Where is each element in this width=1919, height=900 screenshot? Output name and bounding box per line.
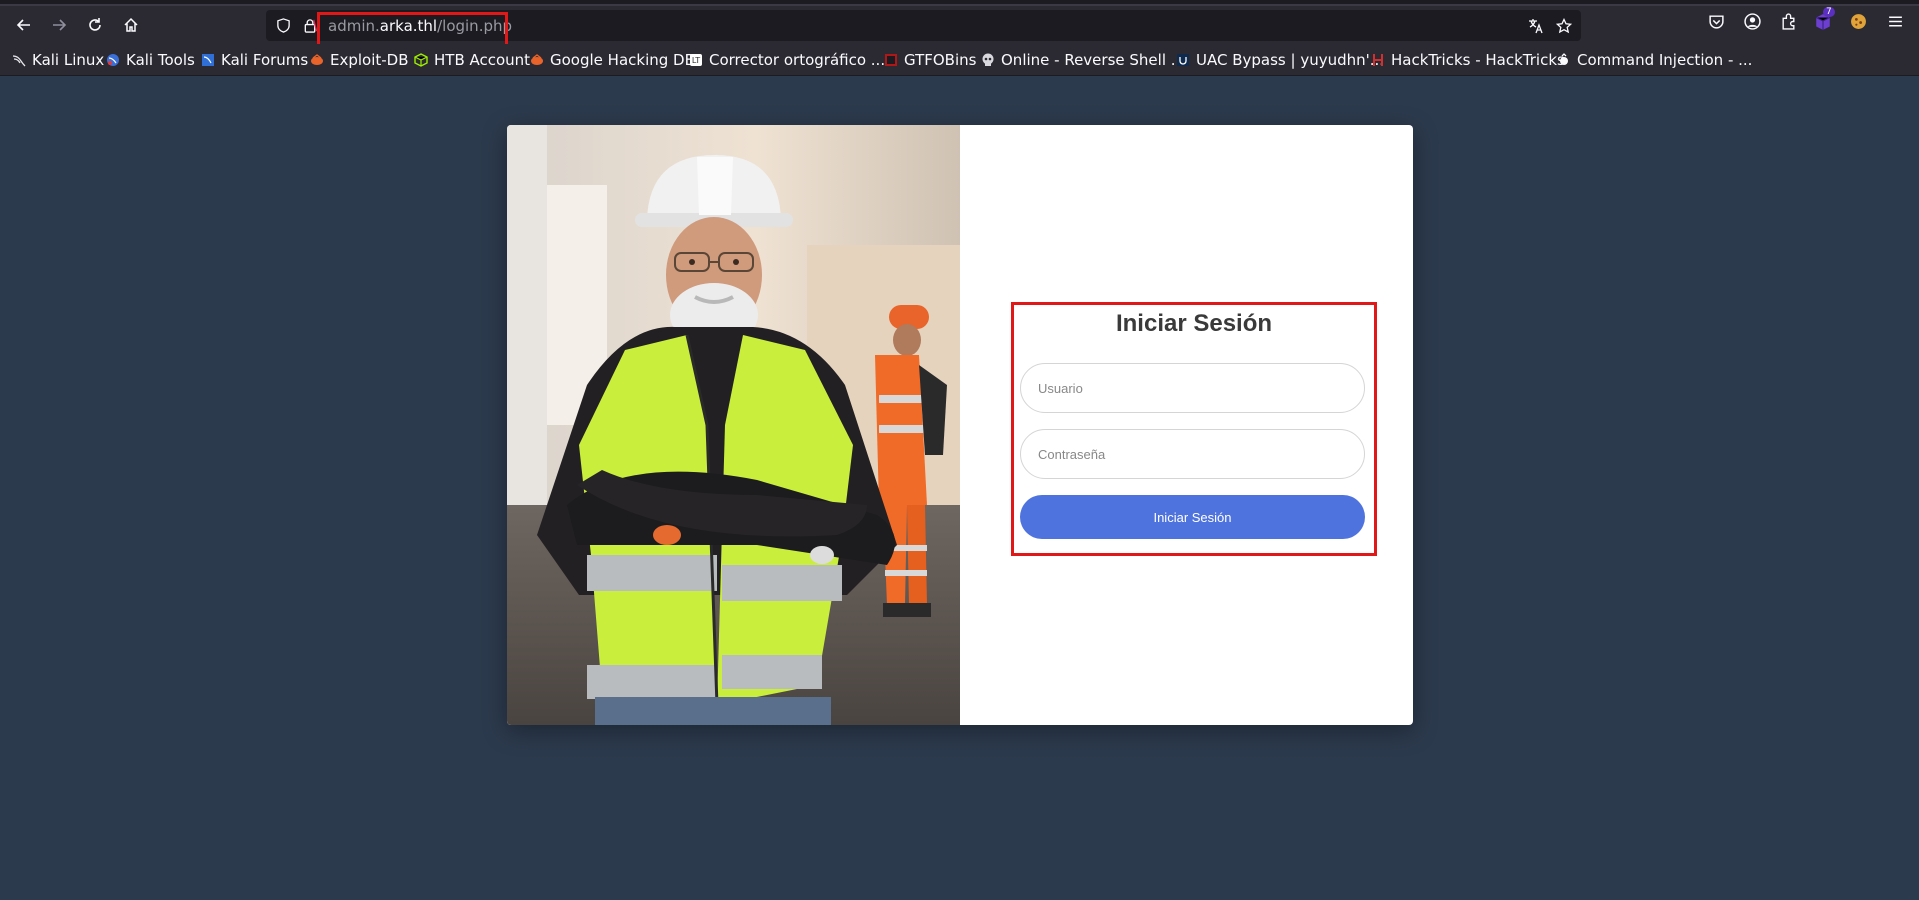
bookmark-label: Kali Tools [126,51,195,69]
extension-badge-button[interactable]: 7 [1814,7,1835,33]
username-input[interactable] [1020,363,1365,413]
translate-icon[interactable] [1528,18,1544,34]
shield-icon [277,18,290,33]
hacktricks-icon [1373,54,1383,66]
skull-icon [982,53,994,66]
bookmark-google-hacking-db[interactable]: Google Hacking DB [530,50,695,70]
bookmark-kali-tools[interactable]: Kali Tools [106,50,195,70]
bookmark-exploit-db[interactable]: Exploit-DB [310,50,409,70]
forward-arrow-icon [53,19,67,31]
svg-text:LT: LT [692,56,700,65]
menu-icon[interactable] [1887,13,1904,30]
extension-badge-count: 7 [1823,7,1835,17]
reload-button[interactable] [81,13,109,37]
home-icon [124,17,138,32]
bookmark-label: Kali Linux [32,51,105,69]
bookmark-label: Kali Forums [221,51,309,69]
gtfobins-icon [885,54,897,66]
uac-icon [1177,54,1189,66]
bookmark-hacktricks[interactable]: HackTricks - HackTricks [1371,50,1565,70]
browser-toolbar: admin.arka.thl/login.php 7 [0,6,1919,48]
kali-forums-icon [202,54,214,66]
bookmark-label: Command Injection - ... [1577,51,1753,69]
bookmark-label: Corrector ortográfico ... [709,51,886,69]
bookmark-uac-bypass[interactable]: UAC Bypass | yuyudhn'... [1176,50,1384,70]
bookmark-label: HackTricks - HackTricks [1391,51,1565,69]
login-title: Iniciar Sesión [1115,310,1273,337]
ghdb-icon [531,54,543,65]
bookmark-kali-forums[interactable]: Kali Forums [201,50,308,70]
bookmark-label: Exploit-DB [330,51,409,69]
bookmarks-toolbar: Kali Linux Kali Tools Kali Forums Exploi… [0,44,1919,76]
bookmark-label: UAC Bypass | yuyudhn'... [1196,51,1385,69]
corrector-icon: LT [690,54,702,66]
back-button[interactable] [10,13,38,37]
bookmark-reverse-shell[interactable]: Online - Reverse Shell ... [981,50,1185,70]
command-injection-icon [1560,53,1568,65]
bookmark-htb-account[interactable]: HTB Account [414,50,530,70]
bookmark-corrector-ortografico[interactable]: LT Corrector ortográfico ... [689,50,885,70]
bookmark-gtfobins[interactable]: GTFOBins [884,50,976,70]
extensions-icon[interactable] [1780,13,1797,30]
kali-tools-icon [107,54,119,66]
login-submit-button[interactable]: Iniciar Sesión [1020,495,1365,539]
bookmark-label: HTB Account [434,51,531,69]
bookmark-label: GTFOBins [904,51,977,69]
exploit-db-icon [311,54,323,65]
bookmark-label: Online - Reverse Shell ... [1001,51,1186,69]
forward-button[interactable] [45,13,73,37]
construction-worker-photo [507,125,960,725]
kali-icon [12,55,26,67]
htb-icon [414,53,428,67]
url-highlight-box [317,12,508,48]
pocket-icon[interactable] [1708,13,1725,30]
lock-icon [304,19,317,33]
bookmark-label: Google Hacking DB [550,51,695,69]
bookmark-command-injection[interactable]: Command Injection - ... [1557,50,1752,70]
reload-icon [89,18,101,31]
password-input[interactable] [1020,429,1365,479]
back-arrow-icon [16,19,30,31]
home-button[interactable] [117,13,145,37]
account-icon[interactable] [1744,13,1761,30]
bookmark-star-icon[interactable] [1556,18,1572,34]
bookmark-kali-linux[interactable]: Kali Linux [12,50,104,70]
cookie-extension-icon[interactable] [1850,13,1867,30]
